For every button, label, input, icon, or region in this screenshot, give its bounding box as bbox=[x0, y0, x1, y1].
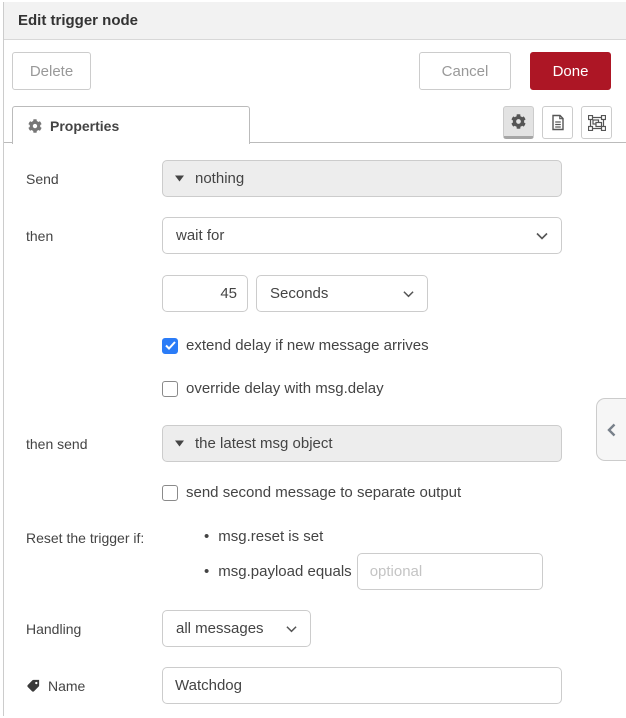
tab-properties-label: Properties bbox=[50, 118, 119, 134]
payload-equals-text: msg.payload equals bbox=[218, 563, 351, 580]
override-delay-checkbox[interactable] bbox=[162, 381, 178, 397]
then-send-label: then send bbox=[26, 436, 162, 452]
name-row: Name bbox=[26, 667, 626, 704]
editor-tab-bar: Properties bbox=[4, 103, 626, 143]
sidebar-collapse-toggle[interactable] bbox=[596, 398, 626, 461]
reset-payload-input[interactable] bbox=[357, 553, 543, 590]
extend-delay-row: extend delay if new message arrives bbox=[162, 337, 626, 354]
handling-value: all messages bbox=[176, 620, 264, 637]
reset-condition-payload: • msg.payload equals bbox=[204, 553, 543, 590]
chevron-down-icon bbox=[403, 290, 414, 298]
object-group-icon bbox=[588, 115, 606, 131]
extend-delay-label[interactable]: extend delay if new message arrives bbox=[186, 337, 429, 354]
duration-units-value: Seconds bbox=[270, 285, 328, 302]
then-label: then bbox=[26, 228, 162, 244]
then-value: wait for bbox=[176, 227, 224, 244]
description-button[interactable] bbox=[542, 106, 573, 139]
second-output-label[interactable]: send second message to separate output bbox=[186, 484, 461, 501]
send-label: Send bbox=[26, 171, 162, 187]
then-send-typed-input[interactable]: the latest msg object bbox=[162, 425, 562, 462]
caret-down-icon bbox=[175, 440, 184, 447]
handling-row: Handling all messages bbox=[26, 610, 626, 647]
override-delay-row: override delay with msg.delay bbox=[162, 380, 626, 397]
tray-toolbar: Delete Cancel Done bbox=[4, 40, 626, 103]
gear-icon bbox=[28, 119, 42, 133]
name-label: Name bbox=[26, 678, 162, 694]
handling-label: Handling bbox=[26, 621, 162, 637]
duration-units-select[interactable]: Seconds bbox=[256, 275, 428, 312]
properties-gear-button[interactable] bbox=[503, 106, 534, 139]
chevron-down-icon bbox=[286, 625, 297, 633]
duration-input[interactable] bbox=[162, 275, 248, 312]
bullet-marker: • bbox=[204, 563, 209, 580]
override-delay-label[interactable]: override delay with msg.delay bbox=[186, 380, 384, 397]
then-select[interactable]: wait for bbox=[162, 217, 562, 254]
reset-trigger-label: Reset the trigger if: bbox=[26, 528, 204, 546]
tab-properties[interactable]: Properties bbox=[12, 106, 250, 144]
gear-icon bbox=[511, 114, 526, 129]
done-button[interactable]: Done bbox=[530, 52, 611, 90]
reset-conditions: • msg.reset is set • msg.payload equals bbox=[204, 528, 543, 590]
reset-trigger-row: Reset the trigger if: • msg.reset is set… bbox=[26, 528, 626, 590]
msg-reset-text: msg.reset is set bbox=[218, 528, 323, 545]
caret-down-icon bbox=[175, 175, 184, 182]
dialog-title-bar: Edit trigger node bbox=[4, 2, 626, 40]
duration-row: Seconds bbox=[162, 275, 626, 312]
second-output-checkbox[interactable] bbox=[162, 485, 178, 501]
dialog-title: Edit trigger node bbox=[18, 12, 138, 29]
tab-icon-buttons bbox=[503, 106, 612, 139]
reset-condition-msg-reset: • msg.reset is set bbox=[204, 528, 543, 545]
bullet-marker: • bbox=[204, 528, 209, 545]
then-row: then wait for bbox=[26, 217, 626, 254]
send-typed-input[interactable]: nothing bbox=[162, 160, 562, 197]
second-output-row: send second message to separate output bbox=[162, 484, 626, 501]
then-send-row: then send the latest msg object bbox=[26, 425, 626, 462]
properties-form: Send nothing then wait for Seconds bbox=[4, 160, 626, 704]
chevron-left-icon bbox=[607, 423, 616, 437]
send-row: Send nothing bbox=[26, 160, 626, 197]
handling-select[interactable]: all messages bbox=[162, 610, 311, 647]
name-label-text: Name bbox=[48, 678, 85, 694]
document-icon bbox=[550, 114, 566, 131]
edit-node-tray: Edit trigger node Delete Cancel Done Pro… bbox=[3, 2, 626, 716]
then-send-value: the latest msg object bbox=[195, 435, 333, 452]
tag-icon bbox=[26, 678, 41, 693]
delete-button[interactable]: Delete bbox=[12, 52, 91, 90]
chevron-down-icon bbox=[536, 232, 548, 240]
cancel-button[interactable]: Cancel bbox=[419, 52, 511, 90]
name-input[interactable] bbox=[162, 667, 562, 704]
send-value: nothing bbox=[195, 170, 244, 187]
extend-delay-checkbox[interactable] bbox=[162, 338, 178, 354]
appearance-button[interactable] bbox=[581, 106, 612, 139]
